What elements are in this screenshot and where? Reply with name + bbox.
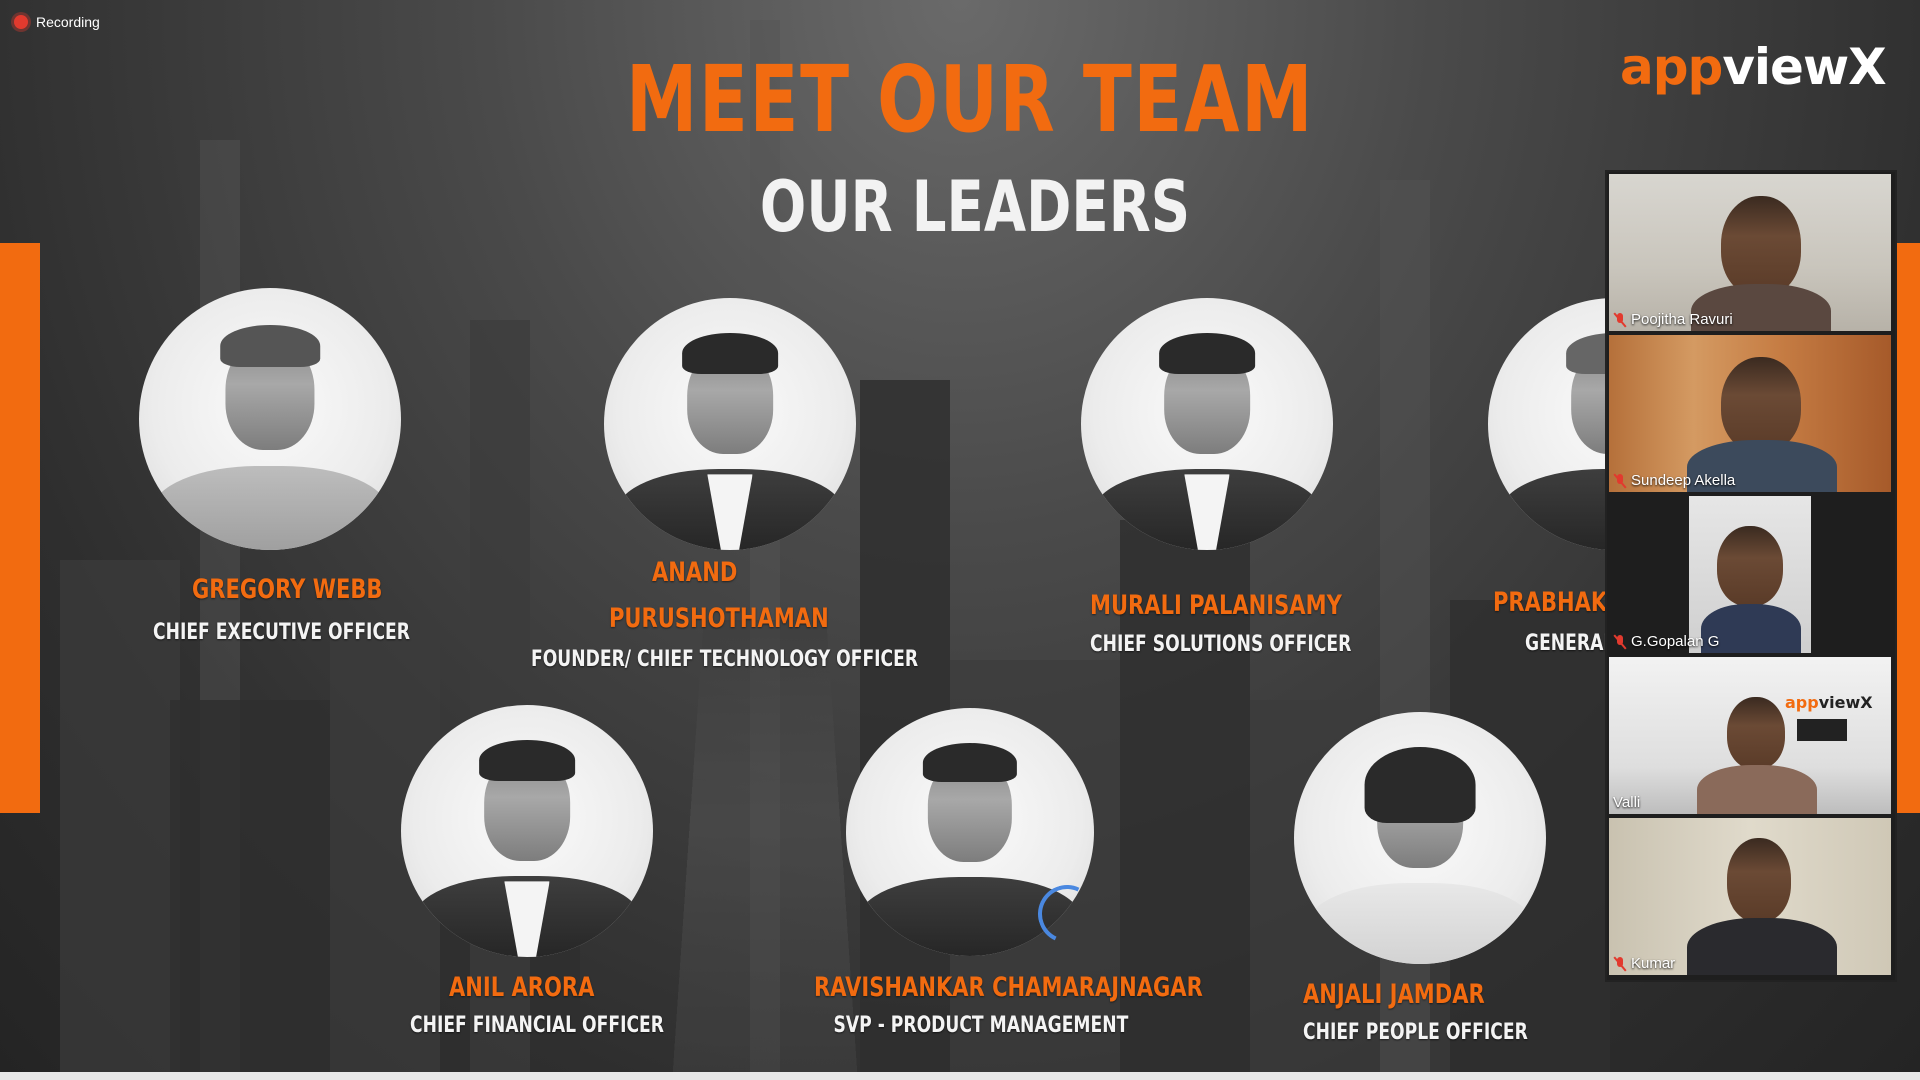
participant-tile-active-speaker[interactable]: appviewX Valli: [1609, 657, 1891, 814]
skyline-building: [170, 700, 330, 1080]
participant-tile[interactable]: Kumar: [1609, 818, 1891, 975]
leader-portrait: [139, 288, 401, 550]
leader-name: RAVISHANKAR CHAMARAJNAGAR: [814, 972, 1203, 1003]
leader-role: CHIEF EXECUTIVE OFFICER: [153, 620, 410, 645]
leader-name: ANIL ARORA: [449, 972, 595, 1003]
mic-muted-icon: [1613, 634, 1627, 650]
accent-bar-right: [1895, 243, 1920, 813]
leader-role: CHIEF PEOPLE OFFICER: [1303, 1020, 1528, 1045]
mic-muted-icon: [1613, 312, 1627, 328]
leader-portrait: [604, 298, 856, 550]
recording-indicator[interactable]: Recording: [14, 14, 100, 30]
street: [668, 620, 862, 1080]
office-logo: appviewX: [1785, 693, 1873, 712]
leader-name-line2: PURUSHOTHAMAN: [609, 603, 829, 634]
leader-name: GREGORY WEBB: [192, 574, 383, 605]
leader-portrait: [1294, 712, 1546, 964]
leader-role: CHIEF FINANCIAL OFFICER: [410, 1013, 664, 1038]
participant-label: Valli: [1613, 794, 1641, 811]
leader-name: ANJALI JAMDAR: [1303, 979, 1485, 1010]
bottom-strip: [0, 1072, 1920, 1080]
leader-role: SVP - PRODUCT MANAGEMENT: [833, 1013, 1129, 1038]
appviewx-logo: appviewX: [1620, 38, 1887, 96]
record-icon: [14, 15, 28, 29]
participant-tile[interactable]: G.Gopalan G: [1609, 496, 1891, 653]
participant-tile[interactable]: Sundeep Akella: [1609, 335, 1891, 492]
participant-label: Poojitha Ravuri: [1613, 311, 1733, 328]
participant-label: G.Gopalan G: [1613, 633, 1719, 650]
leader-name: MURALI PALANISAMY: [1090, 590, 1342, 621]
mic-muted-icon: [1613, 956, 1627, 972]
participant-label: Sundeep Akella: [1613, 472, 1735, 489]
slide-title: MEET OUR TEAM: [625, 46, 1315, 153]
participant-gallery: Poojitha Ravuri Sundeep Akella G.Gopalan…: [1605, 170, 1897, 982]
leader-portrait: [401, 705, 653, 957]
leader-role: CHIEF SOLUTIONS OFFICER: [1090, 632, 1352, 657]
participant-label: Kumar: [1613, 955, 1675, 972]
recording-label: Recording: [36, 14, 100, 30]
mic-muted-icon: [1613, 473, 1627, 489]
participant-tile[interactable]: Poojitha Ravuri: [1609, 174, 1891, 331]
slide-subtitle: OUR LEADERS: [759, 166, 1191, 248]
skyline-building: [470, 320, 530, 1080]
leader-portrait: [1081, 298, 1333, 550]
leader-role: FOUNDER/ CHIEF TECHNOLOGY OFFICER: [531, 647, 919, 672]
accent-bar-left: [0, 243, 40, 813]
office-sign: [1797, 719, 1847, 741]
leader-name: ANAND: [652, 557, 738, 588]
